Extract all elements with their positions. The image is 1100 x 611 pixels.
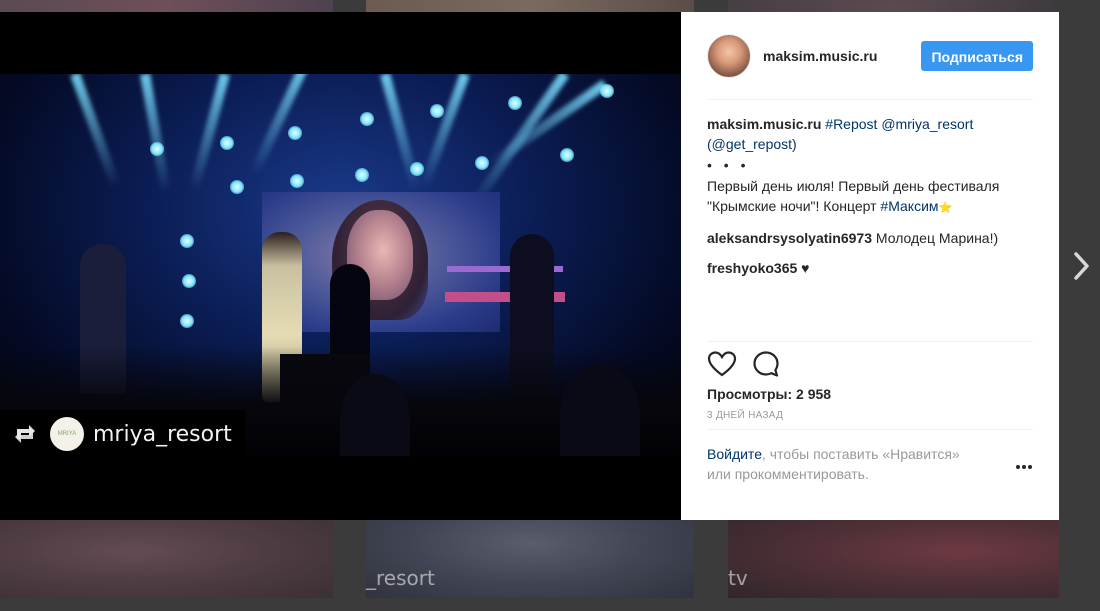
background-tile — [728, 520, 1059, 598]
resort-logo: MRIYA — [50, 417, 84, 451]
comment-item: aleksandrsysolyatin6973 Молодец Марина!) — [707, 228, 1033, 248]
heart-icon[interactable] — [707, 349, 737, 379]
caption-body: Первый день июля! Первый день фестиваля … — [707, 176, 1033, 218]
caption-dots: • • • — [707, 157, 750, 173]
background-tile — [728, 0, 1059, 12]
login-prompt: Войдите, чтобы поставить «Нравится» или … — [707, 444, 1033, 484]
caption-username[interactable]: maksim.music.ru — [707, 116, 821, 132]
caption: maksim.music.ru #Repost @mriya_resort (@… — [707, 114, 1033, 154]
background-tile — [0, 520, 333, 598]
repost-badge: MRIYA mriya_resort — [0, 410, 245, 458]
caption-hashtag-repost[interactable]: #Repost — [825, 116, 877, 132]
background-tile — [0, 0, 333, 12]
post-media: MRIYA mriya_resort — [0, 12, 681, 520]
caption-get-repost[interactable]: (@get_repost) — [707, 136, 797, 152]
repost-account-name: mriya_resort — [93, 421, 232, 447]
chevron-right-icon[interactable] — [1072, 250, 1092, 282]
more-icon[interactable] — [1015, 464, 1033, 470]
post-modal: MRIYA mriya_resort maksim.music.ru Подпи… — [0, 12, 1059, 520]
login-link[interactable]: Войдите — [707, 446, 762, 462]
background-tile — [366, 0, 694, 12]
post-header: maksim.music.ru Подписаться — [707, 12, 1033, 100]
background-ghost-text: tv — [728, 566, 748, 590]
comment-text: ♥ — [801, 260, 810, 276]
caption-text: Первый день июля! Первый день фестиваля … — [707, 178, 1000, 214]
header-username[interactable]: maksim.music.ru — [763, 48, 877, 64]
repost-icon — [15, 425, 35, 443]
comment-username[interactable]: freshyoko365 — [707, 260, 797, 276]
caption-star: ⭐ — [938, 202, 953, 214]
caption-hashtag-maksim[interactable]: #Максим — [880, 198, 938, 214]
comment-username[interactable]: aleksandrsysolyatin6973 — [707, 230, 872, 246]
concert-video[interactable] — [0, 74, 681, 456]
views-count: Просмотры: 2 958 — [707, 386, 832, 402]
follow-button[interactable]: Подписаться — [921, 40, 1033, 71]
comment-icon[interactable] — [751, 349, 781, 379]
caption-mention[interactable]: @mriya_resort — [881, 116, 973, 132]
post-side-panel: maksim.music.ru Подписаться maksim.music… — [681, 12, 1059, 520]
post-actions — [707, 342, 1033, 386]
login-text-2: или прокомментировать. — [707, 466, 869, 482]
post-time[interactable]: 3 ДНЕЙ НАЗАД — [707, 410, 1033, 430]
comment-item: freshyoko365 ♥ — [707, 258, 1033, 278]
comment-text: Молодец Марина!) — [875, 230, 999, 246]
login-text: , чтобы поставить «Нравится» — [761, 446, 960, 462]
comments-section: maksim.music.ru #Repost @mriya_resort (@… — [707, 100, 1033, 342]
background-ghost-text: _resort — [366, 566, 435, 590]
avatar[interactable] — [707, 33, 751, 78]
